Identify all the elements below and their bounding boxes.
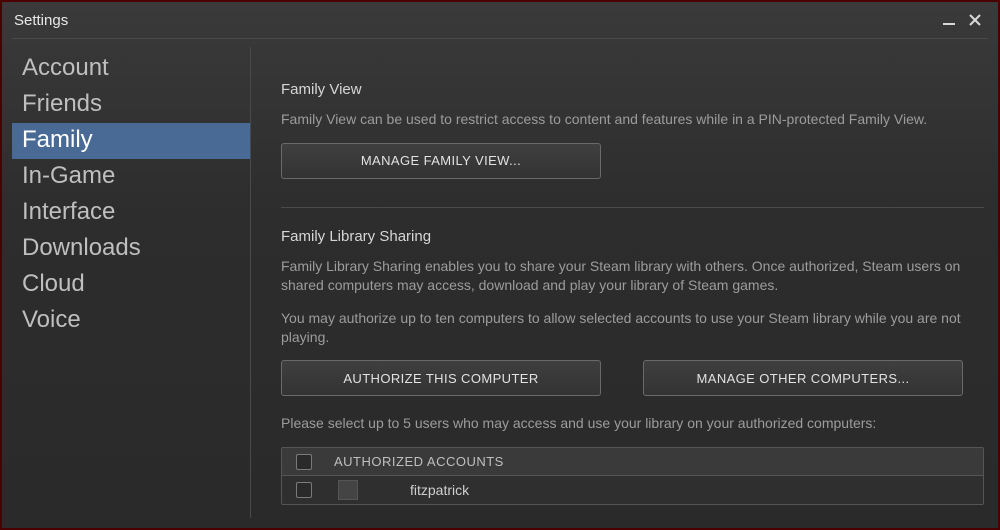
sidebar-item-cloud[interactable]: Cloud <box>12 267 250 303</box>
column-header-accounts: AUTHORIZED ACCOUNTS <box>326 454 504 469</box>
select-all-cell <box>282 454 326 470</box>
user-select-prompt: Please select up to 5 users who may acce… <box>281 414 984 433</box>
manage-other-computers-button[interactable]: MANAGE OTHER COMPUTERS... <box>643 360 963 396</box>
sidebar: Account Friends Family In-Game Interface… <box>12 47 250 518</box>
row-username: fitzpatrick <box>370 482 469 498</box>
library-sharing-description-1: Family Library Sharing enables you to sh… <box>281 257 984 295</box>
sidebar-item-interface[interactable]: Interface <box>12 195 250 231</box>
table-header-row: AUTHORIZED ACCOUNTS <box>282 448 983 476</box>
family-view-description: Family View can be used to restrict acce… <box>281 110 984 129</box>
window-body: Account Friends Family In-Game Interface… <box>2 39 998 528</box>
close-icon <box>968 13 982 27</box>
minimize-button[interactable] <box>936 9 962 31</box>
table-row[interactable]: fitzpatrick <box>282 476 983 504</box>
section-divider <box>281 207 984 208</box>
settings-window: Settings Account Friends Family In-Game … <box>2 2 998 528</box>
row-checkbox[interactable] <box>296 482 312 498</box>
sidebar-item-downloads[interactable]: Downloads <box>12 231 250 267</box>
sidebar-item-in-game[interactable]: In-Game <box>12 159 250 195</box>
sidebar-item-friends[interactable]: Friends <box>12 87 250 123</box>
library-sharing-description-2: You may authorize up to ten computers to… <box>281 309 984 347</box>
titlebar: Settings <box>2 2 998 34</box>
manage-family-view-button[interactable]: MANAGE FAMILY VIEW... <box>281 143 601 179</box>
content-pane: Family View Family View can be used to r… <box>250 47 988 518</box>
close-button[interactable] <box>962 9 988 31</box>
minimize-icon <box>942 13 956 27</box>
select-all-checkbox[interactable] <box>296 454 312 470</box>
library-sharing-title: Family Library Sharing <box>281 228 984 245</box>
row-avatar-cell <box>326 480 370 500</box>
authorize-this-computer-button[interactable]: AUTHORIZE THIS COMPUTER <box>281 360 601 396</box>
sidebar-item-voice[interactable]: Voice <box>12 303 250 339</box>
authorized-accounts-table: AUTHORIZED ACCOUNTS fitzpatrick <box>281 447 984 505</box>
library-sharing-buttons: AUTHORIZE THIS COMPUTER MANAGE OTHER COM… <box>281 360 984 396</box>
sidebar-item-family[interactable]: Family <box>12 123 250 159</box>
family-view-title: Family View <box>281 81 984 98</box>
sidebar-item-account[interactable]: Account <box>12 51 250 87</box>
row-check-cell <box>282 482 326 498</box>
avatar <box>338 480 358 500</box>
window-title: Settings <box>14 12 68 29</box>
